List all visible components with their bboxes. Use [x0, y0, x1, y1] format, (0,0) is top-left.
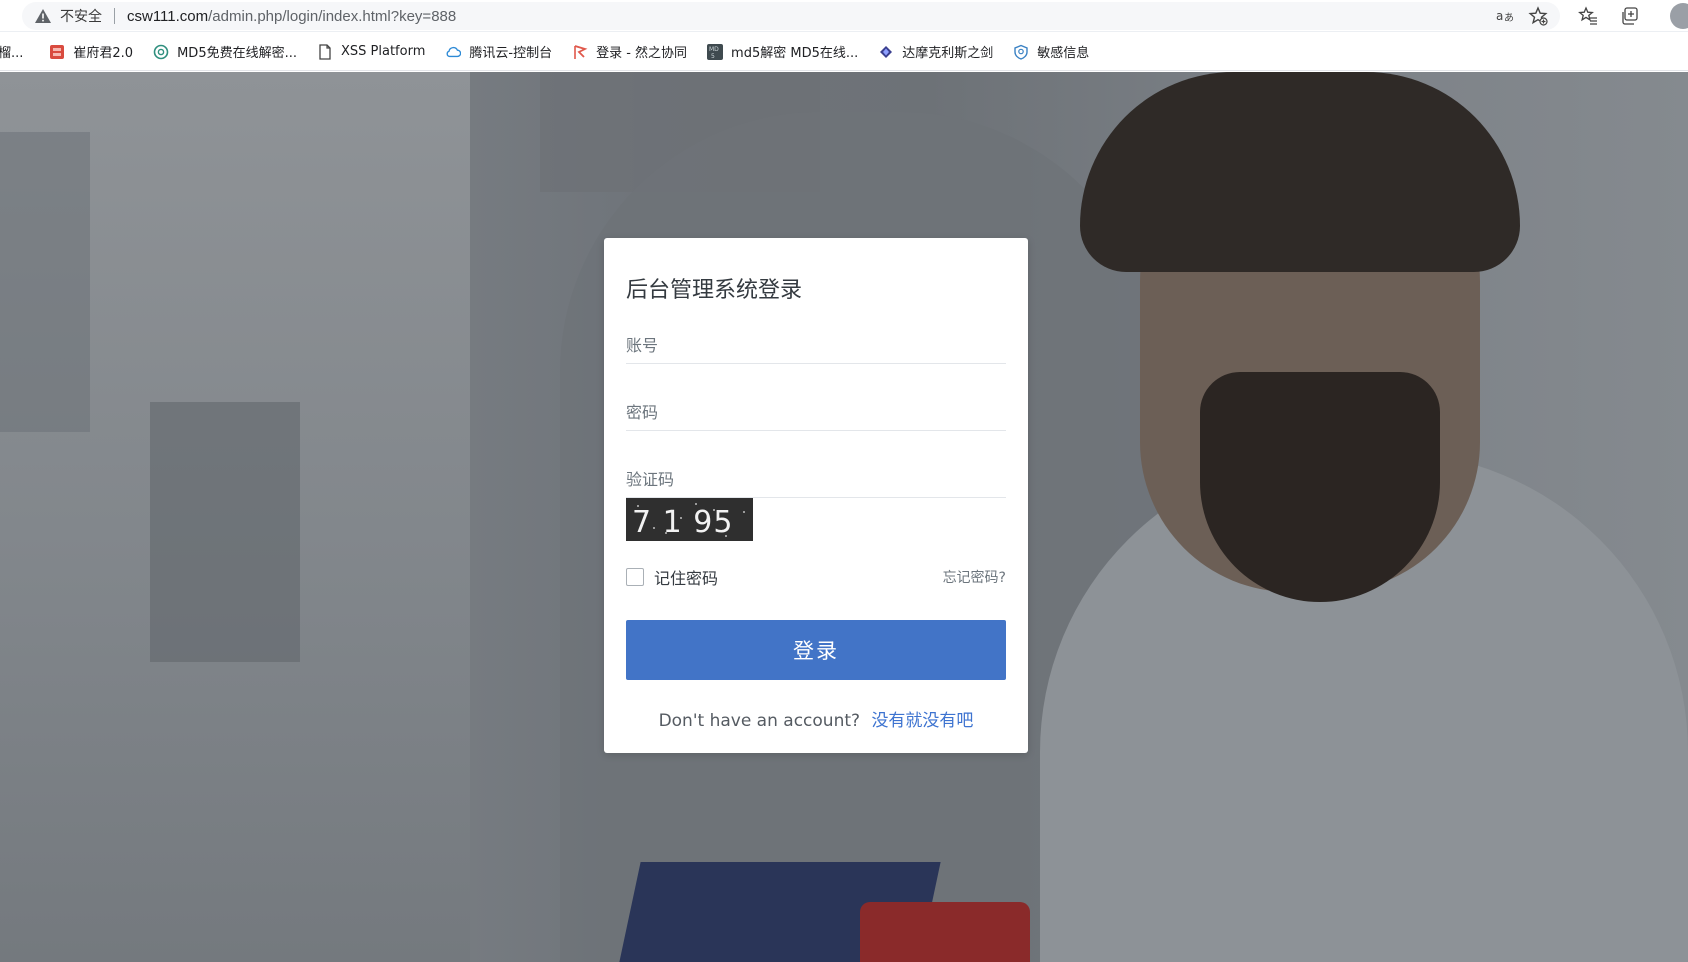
- bookmark-item[interactable]: MD5免费在线解密...: [153, 42, 297, 61]
- bookmark-label: 榴...: [0, 46, 24, 61]
- warning-icon[interactable]: [34, 7, 52, 25]
- bookmark-label: 崔府君2.0: [73, 46, 134, 61]
- login-button[interactable]: 登录: [626, 620, 1006, 680]
- bookmark-item[interactable]: 崔府君2.0: [49, 42, 133, 61]
- svg-text:MD: MD: [709, 46, 719, 53]
- bookmark-label: 登录 - 然之协同: [596, 46, 688, 61]
- captcha-text: 7 1 95: [632, 505, 733, 540]
- login-card: 后台管理系统登录 7 1 95 记住密码 忘记密码? 登录 Don't have…: [604, 238, 1028, 753]
- bookmark-item[interactable]: 达摩克利斯之剑: [878, 42, 993, 61]
- signup-row: Don't have an account? 没有就没有吧: [604, 706, 1028, 731]
- captcha-image[interactable]: 7 1 95: [626, 498, 753, 541]
- background-person-man-hair: [1080, 72, 1520, 272]
- address-bar-actions: aあ: [1496, 6, 1548, 26]
- bookmark-item[interactable]: XSS Platform: [317, 43, 426, 60]
- remember-label[interactable]: 记住密码: [654, 565, 718, 589]
- browser-actions: [1578, 2, 1640, 30]
- md5-icon: MD 5: [707, 43, 724, 60]
- address-separator: [114, 8, 115, 24]
- add-favorite-icon[interactable]: [1528, 6, 1548, 26]
- browser-toolbar: 不安全 csw111.com/admin.php/login/index.htm…: [0, 0, 1688, 32]
- forgot-password-link[interactable]: 忘记密码?: [943, 567, 1006, 587]
- url-text[interactable]: csw111.com/admin.php/login/index.html?ke…: [127, 8, 456, 25]
- address-bar[interactable]: 不安全 csw111.com/admin.php/login/index.htm…: [22, 2, 1560, 30]
- signup-link[interactable]: 没有就没有吧: [871, 711, 973, 731]
- read-aloud-icon[interactable]: aあ: [1496, 8, 1514, 24]
- collections-icon[interactable]: [1620, 6, 1640, 26]
- url-host: csw111.com: [127, 7, 209, 25]
- bookmark-item[interactable]: 敏感信息: [1013, 42, 1089, 61]
- username-input[interactable]: [626, 328, 1006, 364]
- svg-text:あ: あ: [1504, 12, 1514, 24]
- background-photo-collage: [150, 402, 300, 662]
- svg-text:5: 5: [711, 53, 715, 60]
- background-person-man-beard: [1200, 372, 1440, 602]
- red-square-icon: [49, 44, 65, 60]
- cloud-icon: [445, 44, 462, 60]
- page-icon: [317, 43, 333, 60]
- remember-row: 记住密码 忘记密码?: [626, 566, 1006, 588]
- bookmark-label: md5解密 MD5在线...: [731, 46, 859, 61]
- bookmarks-bar: 榴... 崔府君2.0 MD5免费在线解密... XSS Platform 腾讯…: [0, 33, 1688, 71]
- password-input[interactable]: [626, 395, 1006, 431]
- page-background: 后台管理系统登录 7 1 95 记住密码 忘记密码? 登录 Don't have…: [0, 72, 1688, 962]
- profile-avatar[interactable]: [1670, 3, 1688, 29]
- captcha-input[interactable]: [626, 462, 1006, 498]
- security-status-label[interactable]: 不安全: [60, 6, 102, 26]
- login-title: 后台管理系统登录: [626, 278, 803, 303]
- flag-icon: [572, 44, 588, 60]
- diamond-icon: [878, 44, 894, 60]
- bookmark-item[interactable]: 登录 - 然之协同: [572, 42, 687, 61]
- bookmark-item[interactable]: 腾讯云-控制台: [445, 42, 552, 61]
- bookmark-label: 敏感信息: [1037, 46, 1090, 61]
- bookmark-label: 达摩克利斯之剑: [902, 46, 994, 61]
- favorites-icon[interactable]: [1578, 6, 1598, 26]
- bookmark-item[interactable]: MD 5 md5解密 MD5在线...: [707, 42, 858, 61]
- shield-icon: [1013, 44, 1029, 60]
- background-red-mug: [860, 902, 1030, 962]
- url-path: /admin.php/login/index.html?key=888: [208, 7, 457, 25]
- bookmark-label: 腾讯云-控制台: [469, 46, 553, 61]
- remember-checkbox[interactable]: [626, 568, 644, 586]
- svg-text:a: a: [1496, 9, 1503, 23]
- background-photo-collage: [0, 132, 90, 432]
- bookmark-label: XSS Platform: [341, 44, 426, 59]
- signup-prompt: Don't have an account?: [658, 711, 861, 731]
- bookmark-item[interactable]: 榴...: [0, 42, 23, 61]
- bookmark-label: MD5免费在线解密...: [177, 46, 297, 61]
- openai-icon: [153, 44, 169, 60]
